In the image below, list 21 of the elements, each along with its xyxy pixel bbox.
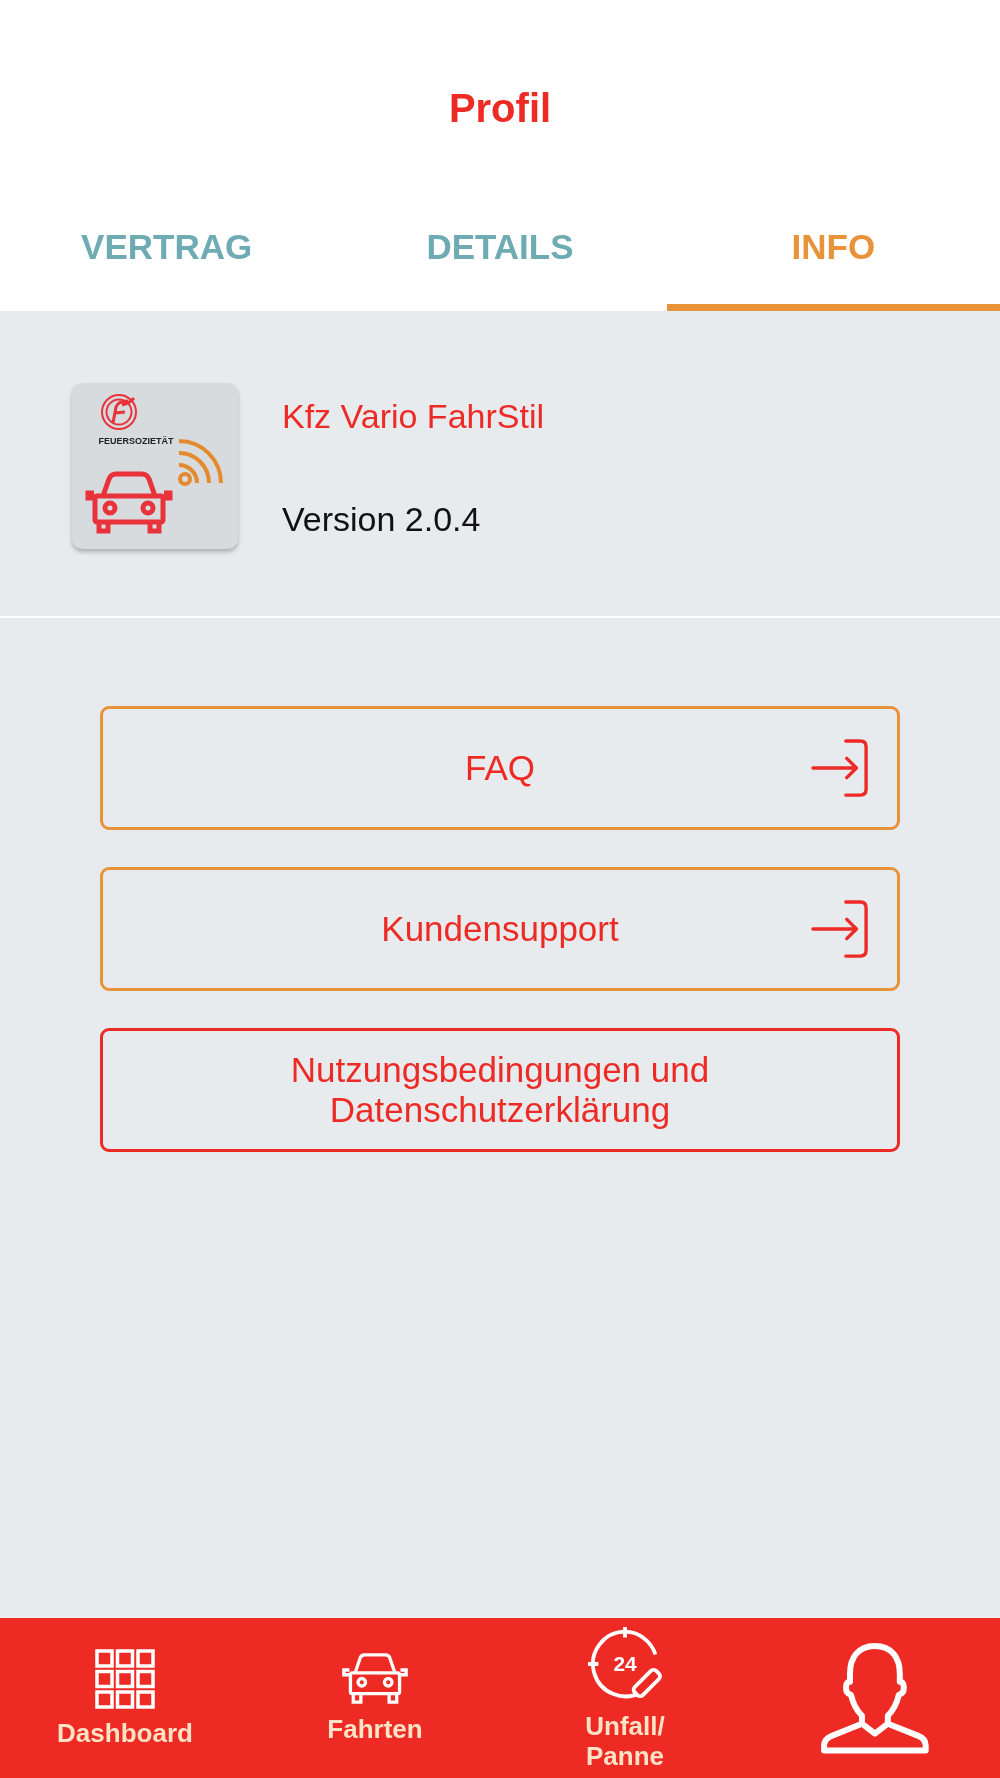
version-text: Version 2.0.4 bbox=[282, 499, 482, 540]
enter-arrow-icon bbox=[811, 900, 869, 958]
grid-icon bbox=[95, 1648, 155, 1709]
tab[interactable]: VERTRAG bbox=[0, 190, 334, 311]
nav-tab[interactable]: Fahrten bbox=[250, 1618, 500, 1778]
car-icon bbox=[85, 471, 173, 534]
nav-tab[interactable]: 24 Unfall/ Panne bbox=[500, 1618, 750, 1778]
brand-caption: FEUERSOZIETÄT bbox=[98, 436, 174, 446]
person-icon bbox=[820, 1642, 930, 1754]
hours-label: 24 bbox=[613, 1651, 637, 1675]
menu-button[interactable]: Kundensupport bbox=[100, 867, 900, 991]
enter-arrow-icon bbox=[811, 739, 869, 797]
menu-button[interactable]: FAQ bbox=[100, 706, 900, 830]
menu-button[interactable]: Nutzungsbedingungen und Datenschutzerklärung bbox=[100, 1028, 900, 1152]
nav-tab[interactable]: Dashboard bbox=[0, 1618, 250, 1778]
signal-icon bbox=[178, 439, 223, 486]
page-title: Profil bbox=[448, 85, 552, 131]
emblem-icon bbox=[101, 394, 137, 430]
app-name: Kfz Vario FahrStil bbox=[282, 396, 544, 437]
car-icon bbox=[341, 1652, 409, 1705]
tab[interactable]: DETAILS bbox=[333, 190, 667, 311]
